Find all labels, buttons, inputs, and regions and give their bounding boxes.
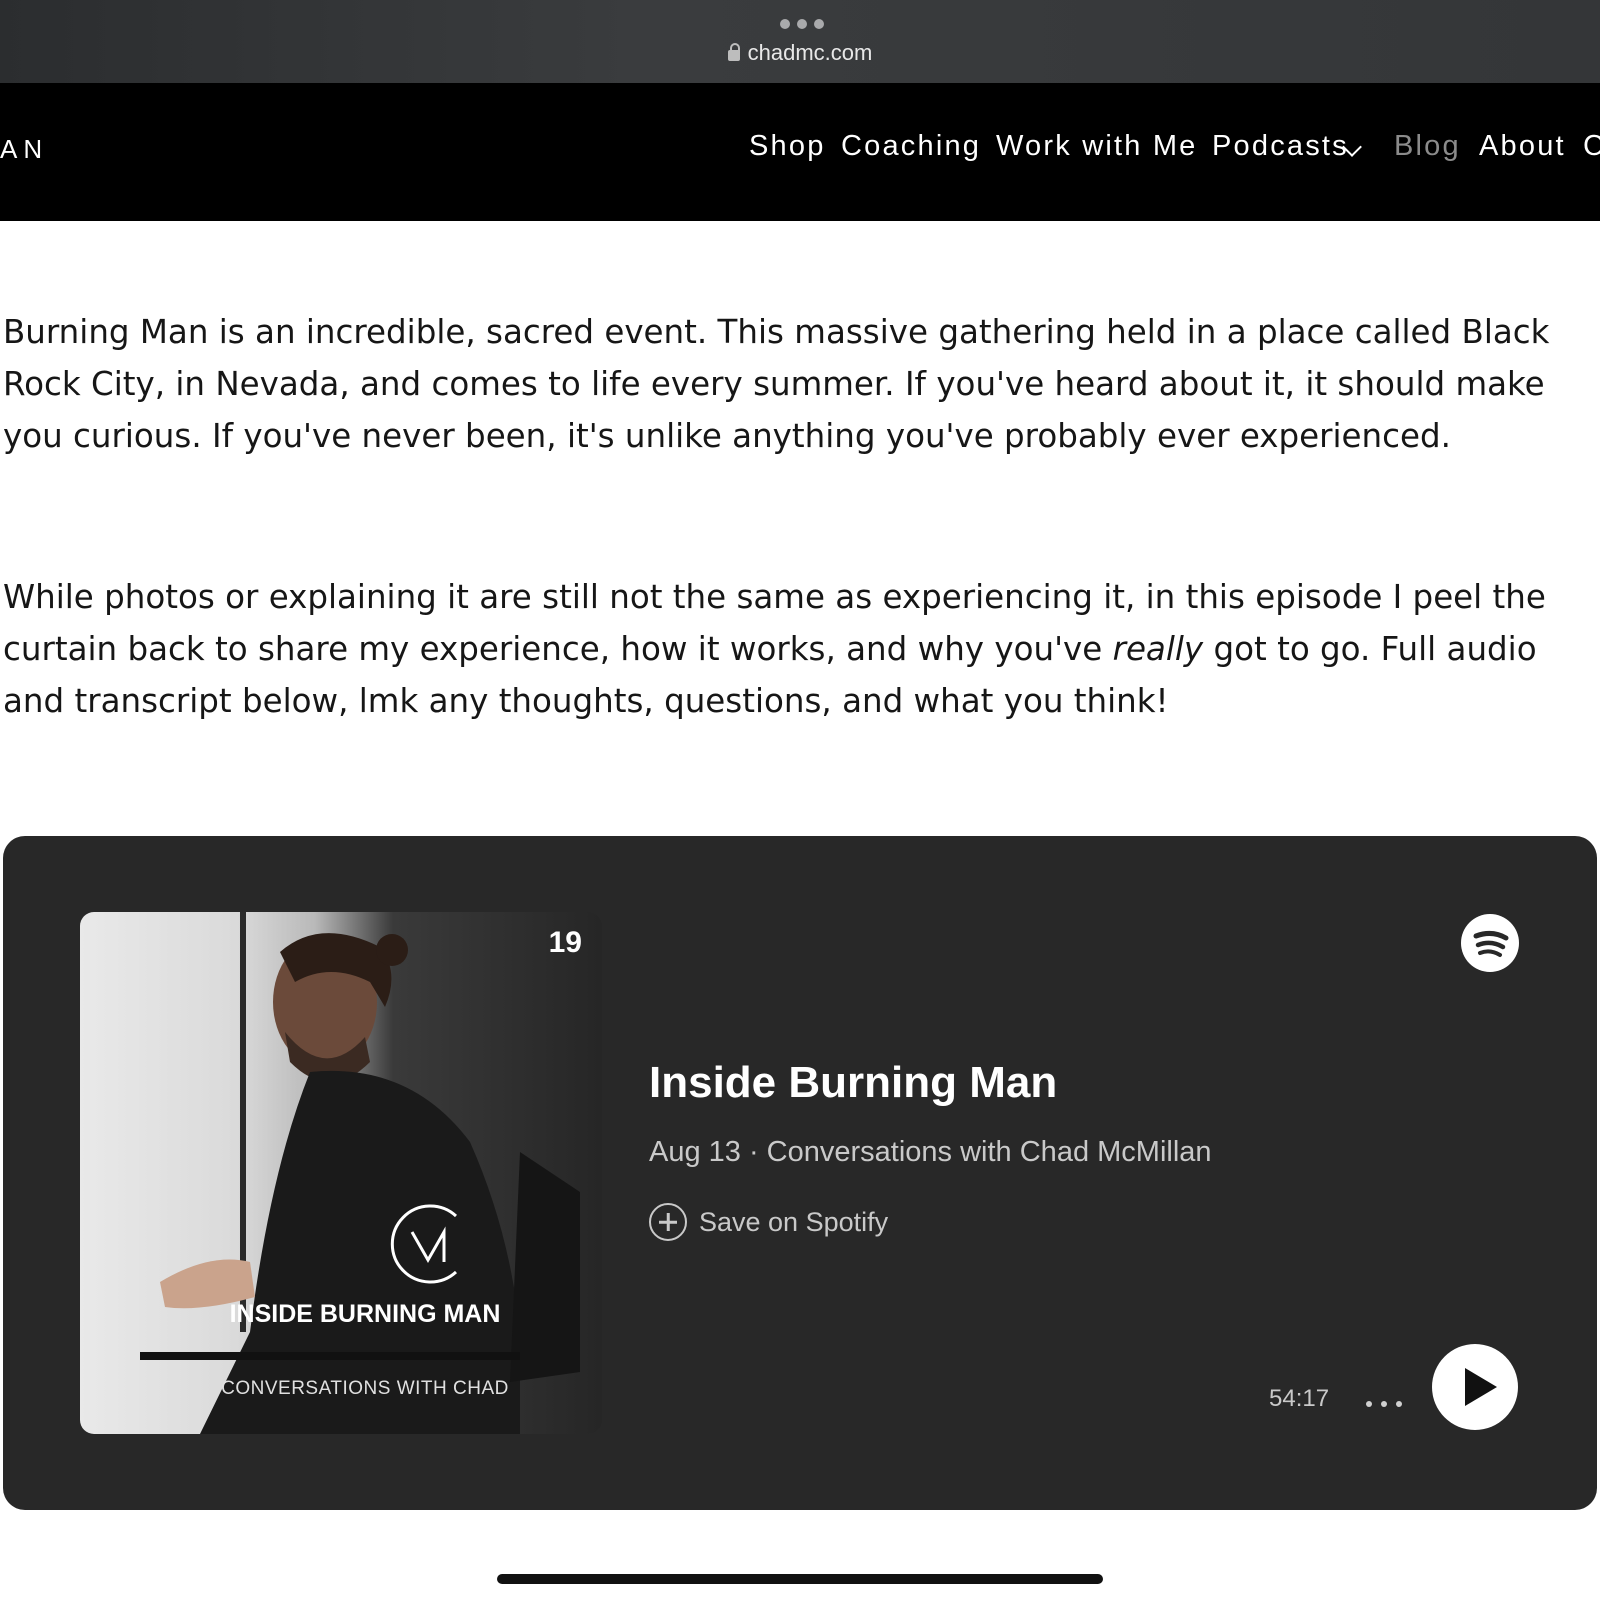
save-button-label: Save on Spotify <box>699 1206 889 1237</box>
cover-title-text: INSIDE BURNING MAN <box>229 1300 501 1328</box>
save-on-spotify-button[interactable]: Save on Spotify <box>649 1199 888 1245</box>
site-header: AN Shop Coaching Work with Me Podcasts B… <box>0 83 1600 221</box>
site-logo[interactable]: AN <box>0 134 48 165</box>
nav-item-podcasts[interactable]: Podcasts <box>1212 130 1349 163</box>
nav-item-blog[interactable]: Blog <box>1394 130 1461 163</box>
browser-menu-dots-icon[interactable] <box>780 18 824 30</box>
browser-top-bar: chadmc.com <box>0 0 1600 83</box>
article-paragraph-2: While photos or explaining it are still … <box>3 578 1546 720</box>
play-button[interactable] <box>1432 1344 1518 1430</box>
spotify-logo-icon[interactable] <box>1461 914 1519 972</box>
plus-circle-icon <box>649 1203 687 1241</box>
episode-number: 19 <box>548 926 582 959</box>
url-text: chadmc.com <box>747 40 873 65</box>
nav-item-shop[interactable]: Shop <box>749 130 826 163</box>
episode-meta[interactable]: Aug 13 · Conversations with Chad McMilla… <box>649 1136 1212 1169</box>
episode-cover-art[interactable]: 19 INSIDE BURNING MAN CONVERSATIONS WITH… <box>80 912 602 1434</box>
article-paragraph-1: Burning Man is an incredible, sacred eve… <box>3 313 1550 455</box>
spotify-embed-player: 19 INSIDE BURNING MAN CONVERSATIONS WITH… <box>3 836 1597 1510</box>
spotify-waves-icon <box>1473 930 1509 957</box>
more-options-icon[interactable] <box>1366 1401 1402 1409</box>
cm-logo-icon <box>390 1204 458 1284</box>
cover-photo-illustration <box>140 912 580 1434</box>
lock-icon <box>727 43 740 61</box>
cover-subtitle-text: CONVERSATIONS WITH CHAD <box>221 1378 509 1399</box>
episode-duration: 54:17 <box>1269 1385 1330 1412</box>
nav-item-work-with-me[interactable]: Work with Me <box>996 130 1198 163</box>
episode-title[interactable]: Inside Burning Man <box>649 1058 1057 1108</box>
emphasis-text: really <box>1112 630 1204 668</box>
nav-item-about[interactable]: About <box>1479 130 1566 163</box>
nav-item-contact[interactable]: C <box>1583 130 1600 163</box>
address-bar[interactable]: chadmc.com <box>0 40 1600 66</box>
nav-item-coaching[interactable]: Coaching <box>841 130 981 163</box>
home-indicator[interactable] <box>497 1574 1103 1584</box>
